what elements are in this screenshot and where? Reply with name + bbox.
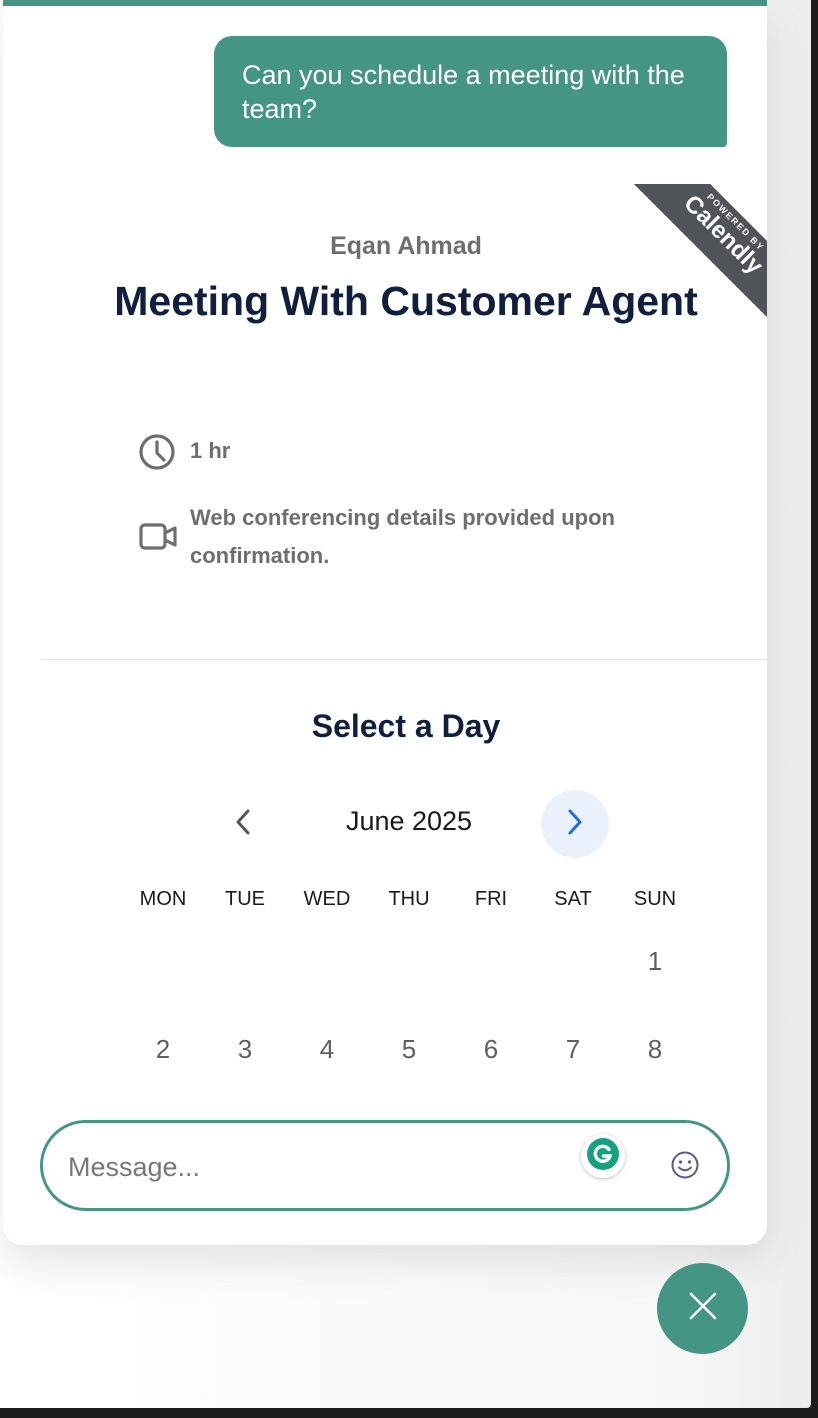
chat-window: Can you schedule a meeting with the team… [3,0,767,1245]
location-text: Web conferencing details provided upon c… [190,505,615,568]
calendar-week-row: 1 [122,946,696,977]
calendar-day [122,946,204,977]
clock-icon [138,432,178,472]
video-camera-icon [138,517,178,557]
weekday-label: TUE [225,888,265,910]
calendar-day: 7 [565,1034,581,1064]
calendar-day: 5 [401,1034,417,1064]
close-icon [688,1291,718,1326]
duration-text: 1 hr [190,438,231,463]
chevron-right-icon [565,808,585,841]
host-name: Eqan Ahmad [330,232,482,260]
message-composer [40,1120,730,1211]
calendar-day: 8 [647,1034,663,1064]
emoji-button[interactable] [669,1151,701,1183]
user-message-bubble: Can you schedule a meeting with the team… [214,36,727,147]
user-message-text: Can you schedule a meeting with the team… [242,60,685,124]
calendar-week-row: 2 3 4 5 6 7 8 [122,1034,696,1065]
grammarly-button[interactable] [581,1134,625,1178]
month-navigation: June 2025 [221,790,611,858]
emoji-icon [670,1150,700,1185]
calendar-day: 2 [155,1034,171,1064]
location-row: Web conferencing details provided upon c… [138,499,683,575]
next-month-button[interactable] [541,790,609,858]
weekday-label: THU [388,888,430,910]
calendar-day: 1 [647,946,663,976]
weekday-label: FRI [474,888,508,910]
calendar-day [368,946,450,977]
previous-month-button[interactable] [221,790,265,858]
weekday-label: SAT [554,888,592,910]
duration-row: 1 hr [138,432,230,472]
top-accent-bar [3,0,767,6]
section-divider [42,659,767,660]
chevron-left-icon [233,808,253,841]
message-input[interactable] [68,1145,568,1189]
grammarly-icon [586,1137,620,1176]
weekday-label: WED [303,888,351,910]
calendar-day: 6 [483,1034,499,1064]
select-day-title: Select a Day [311,708,501,744]
event-title: Meeting With Customer Agent [114,278,698,324]
calendar-day [204,946,286,977]
close-chat-button[interactable] [657,1263,748,1354]
calendar-day: 3 [237,1034,253,1064]
calendar-day [286,946,368,977]
calendar-day: 4 [319,1034,335,1064]
weekday-header: MON TUE WED THU FRI SAT SUN [122,888,696,911]
weekday-label: MON [139,888,187,910]
calendar-day [450,946,532,977]
weekday-label: SUN [633,888,677,910]
calendar-day [532,946,614,977]
